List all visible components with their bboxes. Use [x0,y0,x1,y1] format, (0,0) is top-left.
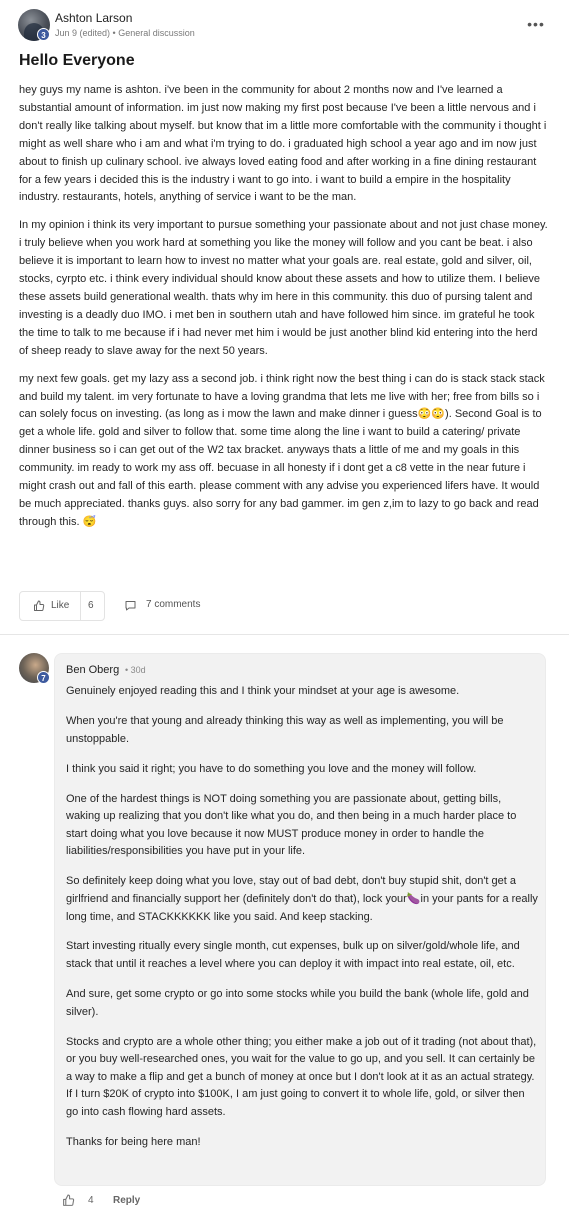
post-category[interactable]: General discussion [118,28,195,38]
comment-time: • 30d [125,665,146,675]
post-meta: Jun 9 (edited) • General discussion [55,28,195,38]
post-header: 3 Ashton Larson Jun 9 (edited) • General… [18,9,548,45]
comment-card: Ben Oberg • 30d Genuinely enjoyed readin… [54,653,546,1186]
like-label: Like [51,600,70,611]
comment-like-count[interactable]: 4 [88,1195,94,1206]
comment-paragraph: I think you said it right; you have to d… [66,762,477,775]
like-button[interactable]: Like [20,592,80,620]
more-options-icon[interactable]: ••• [524,17,548,33]
post-body: hey guys my name is ashton. i've been in… [19,82,549,542]
section-divider [0,634,569,635]
comment-like-icon[interactable] [62,1194,75,1207]
commenter-level-badge: 7 [37,671,50,684]
comment-body: Genuinely enjoyed reading this and I thi… [66,683,538,1164]
comment-paragraph: Stocks and crypto are a whole other thin… [66,1035,537,1119]
thumbs-up-icon [34,600,45,611]
comment-paragraph: So definitely keep doing what you love, … [66,875,538,923]
comments-label: 7 comments [146,599,201,610]
meta-separator: • [110,28,119,38]
post-paragraph: In my opinion i think its very important… [19,219,548,357]
commenter-name[interactable]: Ben Oberg [66,664,119,676]
like-count[interactable]: 6 [88,600,94,611]
like-control: Like 6 [19,591,105,621]
author-level-badge: 3 [37,28,50,41]
comment-paragraph: Genuinely enjoyed reading this and I thi… [66,685,460,697]
post-date: Jun 9 (edited) [55,28,111,38]
post-paragraph: my next few goals. get my lazy ass a sec… [19,372,545,528]
comment-paragraph: One of the hardest things is NOT doing s… [66,792,517,858]
post-paragraph: hey guys my name is ashton. i've been in… [19,84,547,204]
reply-button[interactable]: Reply [113,1195,140,1206]
like-divider [80,592,81,620]
comment-paragraph: Start investing ritually every single mo… [66,940,520,971]
post-title: Hello Everyone [19,52,135,69]
comment-actions: 4 Reply [62,1193,262,1209]
comment-bubble-icon [125,601,136,611]
comment-paragraph: And sure, get some crypto or go into som… [66,988,529,1018]
author-name[interactable]: Ashton Larson [55,11,132,25]
comment-paragraph: Thanks for being here man! [66,1136,201,1148]
comment-paragraph: When you're that young and already think… [66,714,504,745]
